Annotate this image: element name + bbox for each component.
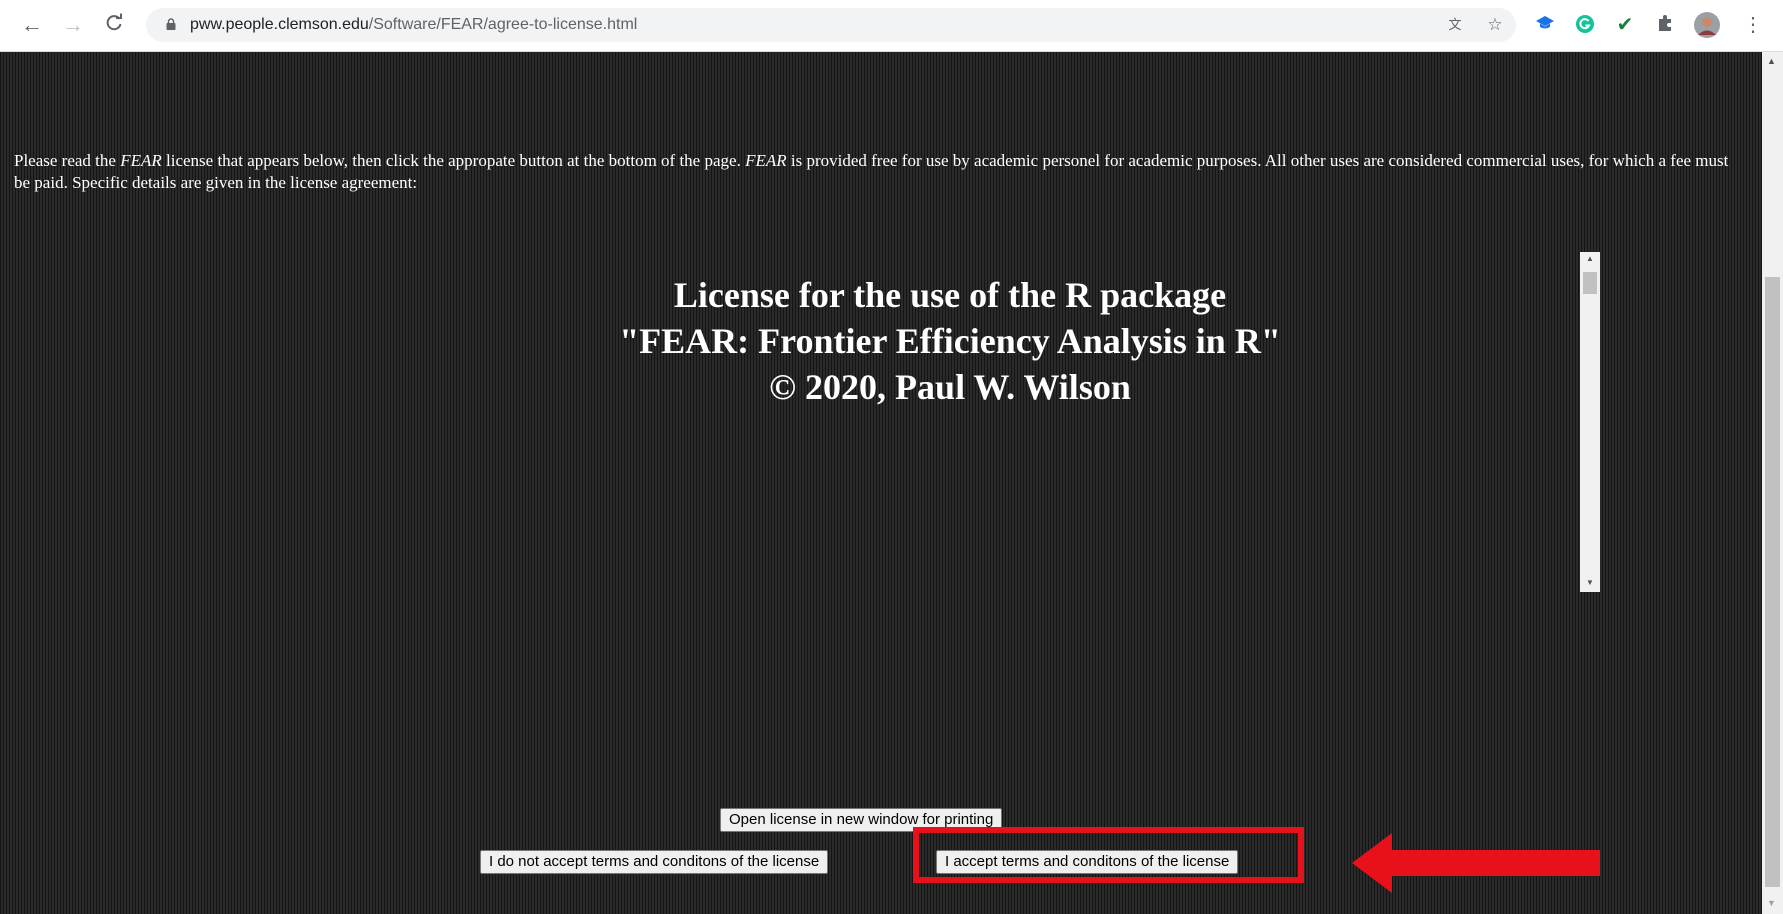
url-path: /Software/FEAR/agree-to-license.html — [368, 16, 638, 33]
intro-text-part: Please read the — [14, 151, 121, 170]
scroll-up-arrow-icon[interactable]: ▲ — [1767, 56, 1776, 66]
graduation-cap-icon[interactable] — [1534, 14, 1556, 36]
intro-text: Please read the FEAR license that appear… — [14, 150, 1734, 194]
page-scrollbar[interactable]: ▲ ▼ — [1762, 52, 1783, 914]
scrollbar-thumb[interactable] — [1765, 277, 1780, 887]
license-frame[interactable]: License for the use of the R package "FE… — [420, 252, 1602, 592]
fear-emphasis: FEAR — [120, 151, 162, 170]
license-scrollbar[interactable]: ▲ ▼ — [1580, 252, 1600, 592]
browser-toolbar: ← → pww.people.clemson.edu/Software/FEAR… — [0, 0, 1783, 52]
forward-icon[interactable]: → — [61, 13, 85, 37]
star-icon[interactable]: ☆ — [1484, 14, 1506, 36]
grammarly-icon[interactable] — [1574, 14, 1596, 36]
scrollbar-thumb[interactable] — [1583, 272, 1597, 294]
decline-license-button[interactable]: I do not accept terms and conditons of t… — [480, 850, 829, 874]
profile-avatar[interactable] — [1694, 12, 1720, 38]
url-host: pww.people.clemson.edu — [190, 16, 369, 33]
page-content: Please read the FEAR license that appear… — [0, 52, 1762, 914]
fear-emphasis: FEAR — [745, 151, 787, 170]
license-title-line: License for the use of the R package — [673, 275, 1227, 315]
kebab-menu-icon[interactable]: ⋮ — [1742, 14, 1764, 36]
url-text: pww.people.clemson.edu/Software/FEAR/agr… — [190, 16, 637, 34]
lock-icon — [166, 18, 176, 30]
license-copyright: © 2020, Paul W. Wilson — [769, 367, 1131, 407]
scroll-down-arrow-icon[interactable]: ▼ — [1767, 898, 1776, 908]
address-bar[interactable]: pww.people.clemson.edu/Software/FEAR/agr… — [146, 8, 1516, 42]
intro-text-part: license that appears below, then click t… — [161, 151, 746, 170]
license-title: License for the use of the R package "FE… — [420, 272, 1480, 410]
extensions-icon[interactable] — [1654, 14, 1676, 36]
checkmark-icon[interactable]: ✔ — [1614, 14, 1636, 36]
back-icon[interactable]: ← — [20, 13, 44, 37]
license-title-line: "FEAR: Frontier Efficiency Analysis in R… — [619, 321, 1281, 361]
red-arrow-icon — [1352, 833, 1600, 893]
translate-icon[interactable]: 文 — [1444, 14, 1466, 36]
scroll-down-arrow-icon[interactable]: ▼ — [1586, 578, 1594, 587]
scroll-up-arrow-icon[interactable]: ▲ — [1586, 254, 1594, 263]
accept-button-highlight — [913, 827, 1304, 883]
reload-icon[interactable] — [102, 13, 126, 37]
